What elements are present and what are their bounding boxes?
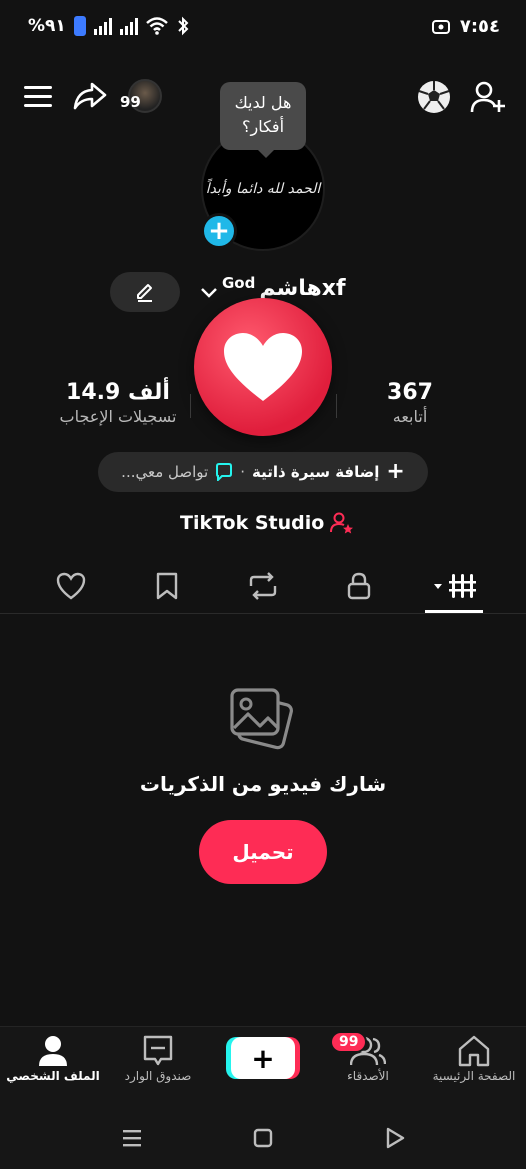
tab-liked[interactable] [51, 566, 91, 606]
username: هاشمxf [259, 276, 346, 301]
add-bio-link[interactable]: إضافة سيرة ذاتية [252, 463, 379, 481]
plus-icon: + [386, 459, 405, 484]
tab-private[interactable] [339, 566, 379, 606]
add-story-button[interactable]: + [201, 213, 237, 249]
profile-tabs [0, 556, 526, 614]
edit-profile-button[interactable] [110, 272, 180, 312]
like-heart-overlay[interactable] [194, 298, 332, 436]
inbox-icon [143, 1035, 173, 1066]
bio-separator: · [240, 463, 245, 481]
likes-label: تسجيلات الإعجاب [59, 407, 177, 426]
status-left: %٩١ [28, 16, 190, 36]
upload-button[interactable]: تحميل [199, 820, 327, 884]
cast-icon [431, 19, 450, 34]
system-nav-bar [0, 1106, 526, 1169]
tab-saved[interactable] [147, 566, 187, 606]
avatar-caption: الحمد لله دائما وأبداً [205, 181, 321, 197]
soccer-ball-icon [418, 81, 450, 113]
battery-percent: %٩١ [28, 16, 66, 36]
stat-divider [190, 394, 191, 418]
friends-badge: 99 [330, 1031, 368, 1053]
battery-icon [73, 16, 86, 36]
following-count: 367 [387, 380, 433, 405]
creator-star-icon [330, 512, 354, 534]
tab-reposts[interactable] [243, 566, 283, 606]
add-friend-button[interactable] [470, 79, 506, 115]
chat-bubble-icon [216, 463, 233, 481]
nav-home[interactable]: الصفحة الرئيسية [424, 1035, 524, 1083]
add-user-icon [470, 81, 505, 113]
bottom-nav: الملف الشخصي صندوق الوارد + الأصدقاء 99 … [0, 1026, 526, 1106]
tiktok-studio-link[interactable]: TikTok Studio [180, 512, 354, 534]
create-button[interactable]: + [231, 1037, 295, 1079]
nav-profile[interactable]: الملف الشخصي [3, 1035, 103, 1083]
recents-button[interactable] [118, 1124, 146, 1152]
status-bar: %٩١ ٧:٥٤ [0, 0, 526, 58]
home-system-button[interactable] [249, 1124, 277, 1152]
share-button[interactable] [72, 79, 108, 113]
recents-icon [123, 1130, 141, 1147]
repost-icon [249, 572, 277, 600]
status-right: ٧:٥٤ [431, 16, 500, 37]
story-avatar-badge: 99 [120, 93, 141, 111]
signal-icon [93, 17, 112, 35]
menu-button[interactable] [22, 82, 54, 110]
nav-friends-label: الأصدقاء [347, 1069, 389, 1083]
bookmark-icon [156, 572, 178, 600]
home-icon [458, 1035, 490, 1067]
hamburger-icon [24, 86, 52, 107]
following-stat[interactable]: 367 أتابعه [360, 380, 460, 426]
bluetooth-icon [178, 16, 189, 36]
heart-icon [224, 333, 302, 401]
wifi-icon [145, 17, 168, 35]
back-triangle-icon [386, 1127, 405, 1149]
username-superscript: God [222, 274, 256, 292]
plus-icon: + [251, 1041, 275, 1075]
studio-label: TikTok Studio [180, 512, 325, 534]
chevron-down-icon [201, 288, 217, 298]
share-icon [73, 82, 107, 110]
ideas-tooltip[interactable]: هل لديك أفكار؟ [220, 82, 306, 158]
profile-icon [39, 1036, 67, 1066]
photo-memories-icon [228, 686, 298, 752]
contact-link[interactable]: تواصل معي... [121, 463, 208, 481]
pencil-icon [137, 284, 152, 302]
empty-state-title: شارك فيديو من الذكريات [139, 772, 387, 796]
square-icon [253, 1128, 273, 1148]
active-tab-indicator [425, 610, 483, 613]
back-button[interactable] [381, 1124, 409, 1152]
nav-inbox-label: صندوق الوارد [124, 1069, 192, 1083]
nav-inbox[interactable]: صندوق الوارد [108, 1035, 208, 1083]
nav-home-label: الصفحة الرئيسية [432, 1069, 516, 1083]
signal-2-icon [119, 17, 138, 35]
nav-profile-label: الملف الشخصي [6, 1069, 100, 1083]
likes-stat[interactable]: 14.9 ألف تسجيلات الإعجاب [52, 380, 184, 426]
soccer-button[interactable] [416, 79, 452, 115]
lock-icon [347, 572, 371, 600]
bio-actions[interactable]: + إضافة سيرة ذاتية · تواصل معي... [98, 452, 428, 492]
clock: ٧:٥٤ [459, 16, 500, 37]
stat-divider [336, 394, 337, 418]
videos-grid-icon [434, 574, 476, 598]
following-label: أتابعه [392, 407, 428, 426]
heart-outline-icon [56, 572, 86, 600]
tab-videos[interactable] [426, 566, 482, 606]
likes-count: 14.9 ألف [66, 380, 170, 405]
